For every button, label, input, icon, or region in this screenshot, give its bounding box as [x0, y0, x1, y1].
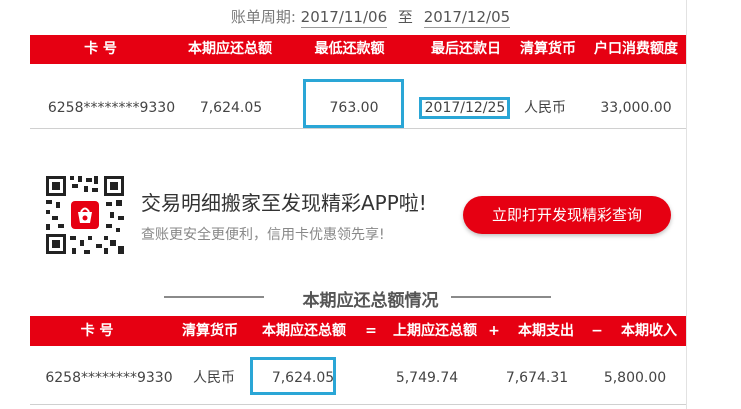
detail-table-row: 6258********9330 人民币 7,624.05 5,749.74 7… [30, 368, 686, 388]
col-total-due: 本期应还总额 [262, 323, 346, 339]
total-due-highlight [250, 357, 336, 395]
period-start-date: 2017/11/06 [300, 8, 388, 28]
col-card-number: 卡 号 [80, 323, 114, 339]
period-to-label: 至 [397, 8, 413, 26]
equals-sign: = [365, 323, 377, 339]
right-border [686, 0, 687, 409]
col-previous-due: 上期应还总额 [393, 323, 477, 339]
billing-period-label: 账单周期: [230, 8, 296, 26]
col-credit-limit: 户口消费额度 [594, 41, 678, 57]
previous-due-value: 5,749.74 [395, 370, 459, 386]
credit-limit-value: 33,000.00 [600, 100, 672, 116]
due-date-highlight [419, 97, 510, 119]
col-spending: 本期支出 [518, 323, 574, 339]
open-app-button[interactable]: 立即打开发现精彩查询 [463, 196, 671, 234]
detail-divider [30, 404, 686, 405]
col-min-payment: 最低还款额 [314, 41, 385, 57]
col-currency: 清算货币 [520, 41, 576, 57]
card-number: 6258********9330 [47, 100, 176, 116]
card-number: 6258********9330 [45, 370, 173, 386]
plus-sign: + [488, 323, 500, 339]
col-income: 本期收入 [621, 323, 677, 339]
col-currency: 清算货币 [182, 323, 238, 339]
billing-period: 账单周期: 2017/11/06 至 2017/12/05 [0, 6, 741, 28]
min-payment-highlight [303, 79, 404, 128]
spending-value: 7,674.31 [505, 370, 569, 386]
period-end-date: 2017/12/05 [423, 8, 511, 28]
currency-value: 人民币 [193, 370, 235, 386]
minus-sign: − [591, 323, 603, 339]
detail-table-header: 卡 号 清算货币 本期应还总额 = 上期应还总额 + 本期支出 − 本期收入 [30, 316, 686, 346]
section-title-line-right [451, 296, 551, 298]
qr-code-icon [44, 174, 126, 256]
currency-value: 人民币 [524, 100, 566, 116]
income-value: 5,800.00 [603, 370, 667, 386]
col-due-date: 最后还款日 [431, 41, 501, 57]
promo-title: 交易明细搬家至发现精彩APP啦! [141, 191, 427, 215]
col-total-due: 本期应还总额 [188, 41, 272, 57]
summary-divider [30, 128, 686, 129]
summary-table-header: 卡 号 本期应还总额 最低还款额 最后还款日 清算货币 户口消费额度 [30, 35, 686, 64]
total-due-value: 7,624.05 [199, 100, 263, 116]
detail-section-title: 本期应还总额情况 [302, 291, 439, 311]
col-card-number: 卡 号 [84, 41, 117, 57]
promo-subtitle: 查账更安全更便利，信用卡优惠领先享! [141, 227, 385, 243]
